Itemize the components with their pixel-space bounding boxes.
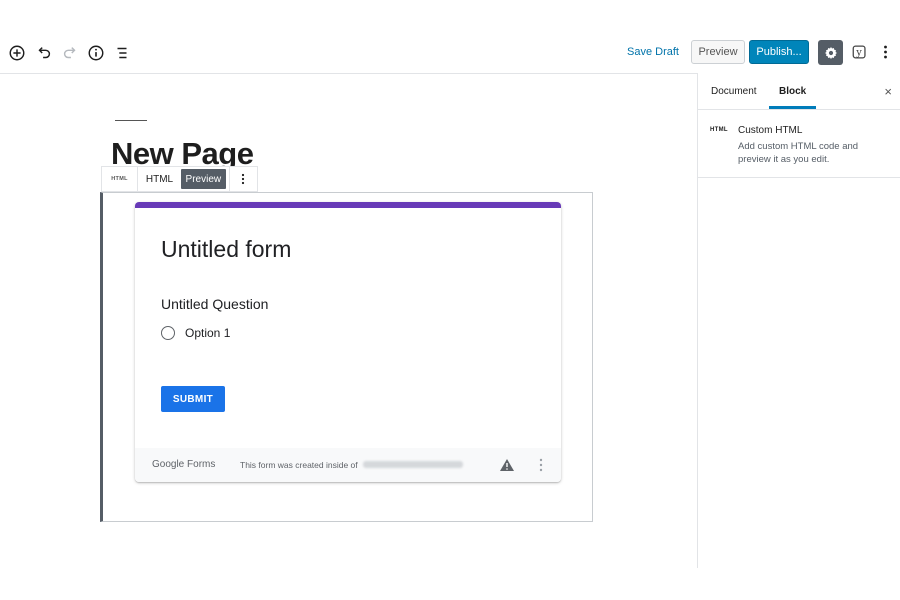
html-tab-button[interactable]: HTML [138,167,181,191]
option-label: Option 1 [185,326,231,340]
settings-gear-button[interactable] [818,40,843,65]
settings-sidebar: Document Block × HTML Custom HTML Add cu… [697,73,900,568]
undo-icon[interactable] [34,43,54,63]
form-accent-bar [135,202,561,208]
submit-button[interactable]: SUBMIT [161,386,225,412]
close-icon[interactable]: × [884,84,892,99]
add-block-icon[interactable] [7,43,27,63]
more-vertical-icon[interactable] [537,458,545,472]
form-option-item[interactable]: Option 1 [161,326,230,340]
radio-button[interactable] [161,326,175,340]
sidebar-tabs: Document Block × [698,73,900,110]
block-more-options-button[interactable] [228,167,257,191]
block-navigation-icon[interactable] [112,43,132,63]
warning-icon[interactable] [499,458,515,472]
redacted-domain [363,461,463,468]
block-card-title: Custom HTML [738,125,803,136]
yoast-icon: y [852,45,866,59]
more-vertical-icon [883,45,887,59]
tab-block[interactable]: Block [779,86,806,97]
form-title: Untitled form [161,236,292,262]
tab-document[interactable]: Document [711,86,757,97]
form-question: Untitled Question [161,296,269,312]
more-vertical-icon [242,173,245,185]
yoast-seo-button[interactable]: y [850,42,870,62]
active-tab-indicator [769,106,816,109]
info-icon[interactable] [86,43,106,63]
google-forms-logo[interactable]: Google Forms [152,459,215,470]
more-tools-button[interactable] [878,42,892,62]
google-form-embed: Untitled form Untitled Question Option 1… [135,202,561,482]
editor-header-toolbar: Save Draft Preview Publish... y [0,33,900,74]
preview-button[interactable]: Preview [691,40,745,64]
save-draft-link[interactable]: Save Draft [627,46,679,58]
form-created-note: This form was created inside of [240,460,358,470]
html-block-switcher-icon[interactable]: HTML [102,167,139,191]
publish-button[interactable]: Publish... [749,40,809,64]
gear-icon [824,46,837,59]
preview-tab-button[interactable]: Preview [180,169,226,189]
block-toolbar: HTML HTML Preview [101,166,258,192]
yoast-glyph: y [855,48,862,59]
html-block-icon: HTML [710,127,728,133]
block-card: HTML Custom HTML Add custom HTML code an… [698,110,900,178]
form-footer: Google Forms This form was created insid… [135,448,561,482]
block-card-description: Add custom HTML code and preview it as y… [738,141,859,165]
title-divider [115,120,147,121]
redo-icon[interactable] [60,43,80,63]
